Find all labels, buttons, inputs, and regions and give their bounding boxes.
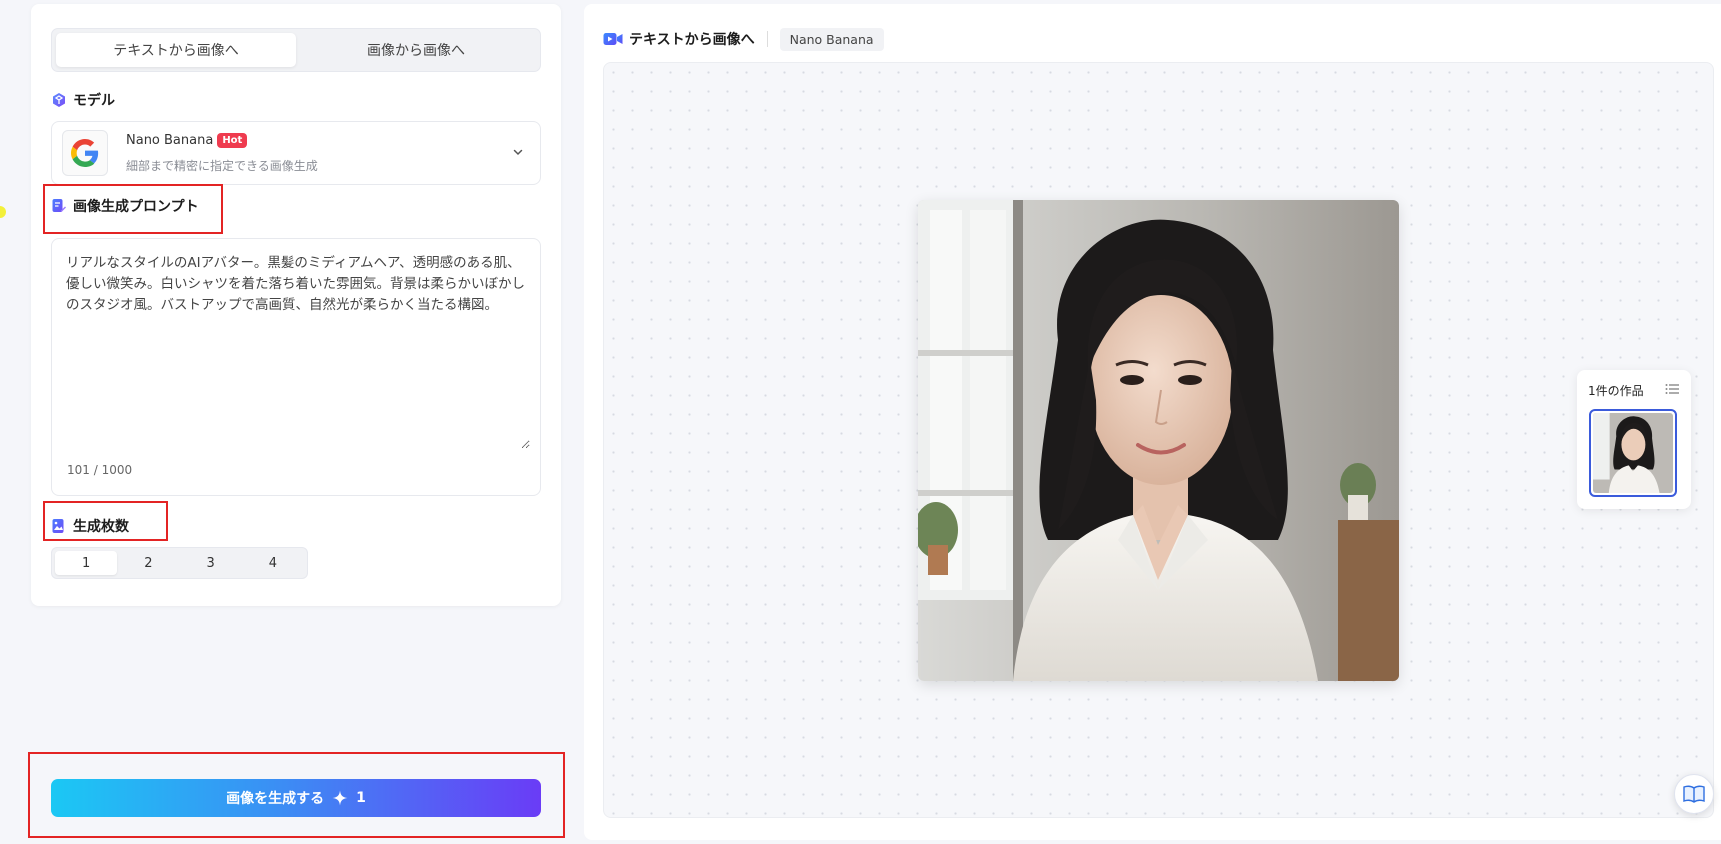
chevron-down-icon[interactable] <box>512 146 524 158</box>
count-option-3[interactable]: 3 <box>180 551 242 575</box>
generate-credits: 1 <box>356 790 366 806</box>
preview-header: テキストから画像へ Nano Banana <box>603 24 884 54</box>
count-option-1[interactable]: 1 <box>55 551 118 575</box>
count-option-2[interactable]: 2 <box>117 551 179 575</box>
model-hexagon-icon <box>53 93 65 107</box>
model-label-text: モデル <box>73 93 115 109</box>
guide-button[interactable] <box>1674 774 1714 814</box>
prompt-input[interactable] <box>62 249 530 449</box>
char-count: 101 / 1000 <box>67 463 133 477</box>
video-camera-icon <box>603 33 623 45</box>
count-selector: 1 2 3 4 <box>51 547 308 579</box>
sparkle-icon <box>332 790 348 806</box>
gallery-title: 1件の作品 <box>1588 384 1644 398</box>
count-label-text: 生成枚数 <box>73 519 129 535</box>
gallery-panel: 1件の作品 <box>1577 370 1691 509</box>
prompt-section-label: 画像生成プロンプト <box>51 196 199 216</box>
model-name-text: Nano Banana <box>126 133 214 148</box>
count-option-4[interactable]: 4 <box>242 551 304 575</box>
model-section-label: モデル <box>51 90 115 110</box>
model-selector[interactable]: Nano Banana Hot 細部まで精密に指定できる画像生成 <box>51 121 541 185</box>
list-icon[interactable] <box>1665 383 1679 395</box>
google-logo-icon <box>62 130 108 176</box>
hot-badge: Hot <box>217 133 248 148</box>
image-count-icon <box>52 519 64 533</box>
model-name: Nano Banana Hot <box>126 133 248 148</box>
book-icon <box>1683 785 1705 803</box>
tab-image-to-image[interactable]: 画像から画像へ <box>296 33 536 67</box>
settings-panel: テキストから画像へ 画像から画像へ モデル Nano Banana Hot 細部… <box>31 4 561 606</box>
prompt-label-text: 画像生成プロンプト <box>73 199 199 215</box>
mode-tabs: テキストから画像へ 画像から画像へ <box>51 28 541 72</box>
gallery-thumbnail[interactable] <box>1589 409 1677 497</box>
tab-text-to-image[interactable]: テキストから画像へ <box>56 33 296 67</box>
model-description: 細部まで精密に指定できる画像生成 <box>126 159 318 173</box>
prompt-box: 101 / 1000 <box>51 238 541 496</box>
preview-title: テキストから画像へ <box>629 32 755 48</box>
generated-image[interactable] <box>918 200 1399 681</box>
prompt-edit-icon <box>52 199 66 212</box>
generate-button-label: 画像を生成する <box>226 791 325 807</box>
cursor-indicator <box>0 206 6 218</box>
model-tag: Nano Banana <box>779 27 884 51</box>
header-divider <box>766 31 768 47</box>
generate-button[interactable]: 画像を生成する 1 <box>51 779 541 817</box>
count-section-label: 生成枚数 <box>51 516 129 536</box>
